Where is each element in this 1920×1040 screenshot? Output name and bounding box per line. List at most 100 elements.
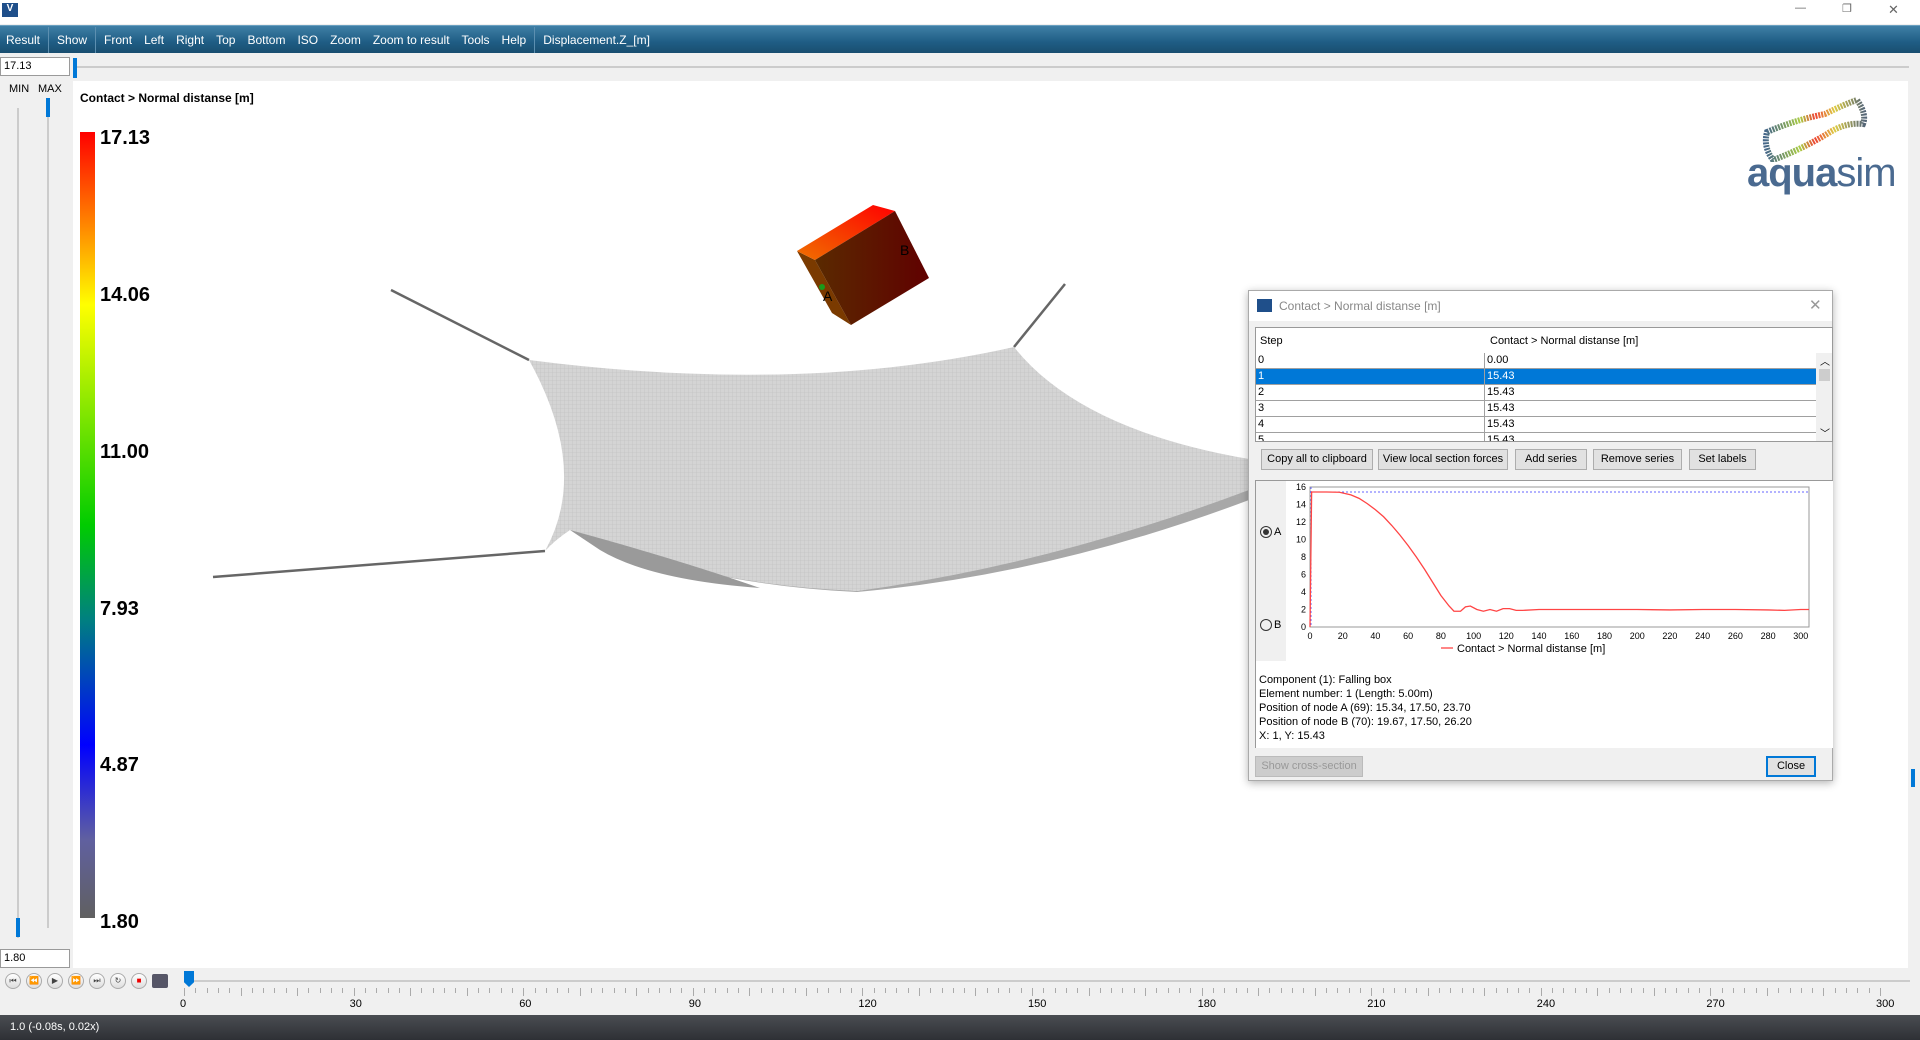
timeline-tick <box>432 988 434 993</box>
play-icon[interactable]: ▶ <box>47 973 63 989</box>
timeline-tick <box>658 988 660 993</box>
timeline-tick <box>568 988 570 993</box>
close-button[interactable]: Close <box>1766 756 1816 777</box>
dialog-close-icon[interactable]: ✕ <box>1809 296 1822 314</box>
chart-panel: A B 0 2 4 6 8 10 12 14 16 0 20 40 60 80 100 120 140 160 18… <box>1255 480 1833 748</box>
timeline-track[interactable] <box>184 980 1910 982</box>
table-row[interactable]: 4 15.43 <box>1256 417 1816 433</box>
table-row[interactable]: 0 0.00 <box>1256 353 1816 369</box>
timeline-tick <box>794 988 796 993</box>
min-value-input[interactable]: 1.80 <box>0 949 70 968</box>
timeline-tick <box>1439 988 1441 993</box>
timeline-tick <box>647 988 649 993</box>
radio-b-icon[interactable] <box>1260 619 1272 631</box>
timeline-tick <box>681 988 683 993</box>
timeline-tick <box>783 988 785 993</box>
table-row[interactable]: 5 15.43 <box>1256 433 1816 441</box>
radio-panel <box>1256 481 1286 661</box>
x-tick-label: 0 <box>1307 631 1312 641</box>
timeline-tick <box>1427 988 1429 996</box>
scroll-up-icon[interactable]: ︿ <box>1820 353 1830 368</box>
timeline-tick <box>1834 988 1836 993</box>
table-row[interactable]: 1 15.43 <box>1256 369 1816 385</box>
view-local-section-forces-button[interactable]: View local section forces <box>1378 449 1508 470</box>
timeline-tick <box>1608 988 1610 993</box>
right-scroll-handle[interactable] <box>1911 769 1915 787</box>
timeline-tick <box>274 988 276 993</box>
timeline-tick <box>591 988 593 993</box>
table-scrollbar[interactable]: ︿ ﹀ <box>1816 353 1832 441</box>
timeline-labels: 0 30 60 90 120 150 180 210 240 270 300 <box>0 998 1920 1012</box>
timeline-tick <box>342 988 344 993</box>
timeline-tick-label: 150 <box>1028 998 1047 1010</box>
radio-a[interactable]: A <box>1260 526 1281 538</box>
node-b-label: B <box>900 242 909 258</box>
column-header-step[interactable]: Step <box>1260 335 1283 347</box>
radio-b[interactable]: B <box>1260 619 1281 631</box>
loop-icon[interactable]: ↻ <box>110 973 126 989</box>
remove-series-button[interactable]: Remove series <box>1593 449 1682 470</box>
scroll-thumb[interactable] <box>1819 369 1830 381</box>
last-frame-icon[interactable]: ⏭ <box>89 973 105 989</box>
copy-all-button[interactable]: Copy all to clipboard <box>1261 449 1373 470</box>
timeline-tick <box>986 988 988 993</box>
radio-a-icon[interactable] <box>1260 526 1272 538</box>
timeline-tick <box>523 988 525 996</box>
timeline-tick <box>1846 988 1848 993</box>
timeline-tick <box>918 988 920 996</box>
timeline-tick <box>364 988 366 993</box>
timeline-tick <box>1755 988 1757 993</box>
step-forward-icon[interactable]: ⏩ <box>68 973 84 989</box>
timeline-tick <box>1586 988 1588 993</box>
set-labels-button[interactable]: Set labels <box>1689 449 1756 470</box>
column-header-value[interactable]: Contact > Normal distanse [m] <box>1490 335 1638 347</box>
scroll-down-icon[interactable]: ﹀ <box>1820 425 1830 440</box>
cell-value: 15.43 <box>1484 385 1515 401</box>
timeline-tick <box>1619 988 1621 993</box>
info-element: Element number: 1 (Length: 5.00m) <box>1259 688 1433 700</box>
x-tick-label: 80 <box>1436 631 1446 641</box>
timeline-tick <box>1563 988 1565 993</box>
table-row[interactable]: 2 15.43 <box>1256 385 1816 401</box>
timeline-tick <box>670 988 672 993</box>
timeline-tick <box>1868 988 1870 993</box>
table-row[interactable]: 3 15.43 <box>1256 401 1816 417</box>
timeline-tick <box>489 988 491 993</box>
timeline-tick <box>1574 988 1576 993</box>
status-bar: 1.0 (-0.08s, 0.02x) <box>0 1015 1920 1040</box>
first-frame-icon[interactable]: ⏮ <box>5 973 21 989</box>
plot-area <box>1309 486 1810 628</box>
timeline-tick <box>1167 988 1169 993</box>
camera-icon[interactable] <box>152 974 168 988</box>
timeline-tick <box>455 988 457 993</box>
cell-step: 0 <box>1258 354 1265 366</box>
timeline-tick <box>1371 988 1373 996</box>
logo-text-light: sim <box>1836 151 1896 195</box>
timeline-tick <box>1020 988 1022 993</box>
timeline-tick <box>613 988 615 993</box>
timeline-tick <box>738 988 740 993</box>
timeline-tick <box>828 988 830 993</box>
record-icon[interactable]: ■ <box>131 973 147 989</box>
add-series-button[interactable]: Add series <box>1515 449 1587 470</box>
timeline-tick <box>1359 988 1361 993</box>
timeline-tick <box>1495 988 1497 993</box>
logo-text-bold: aqua <box>1747 151 1837 195</box>
timeline-tick-label: 300 <box>1876 998 1895 1010</box>
x-tick-label: 300 <box>1793 631 1808 641</box>
timeline-tick <box>466 988 468 996</box>
timeline-tick <box>805 988 807 996</box>
timeline-tick <box>1778 988 1780 993</box>
show-cross-section-button[interactable]: Show cross-section <box>1255 756 1363 777</box>
timeline-tick <box>1484 988 1486 996</box>
info-xy: X: 1, Y: 15.43 <box>1259 730 1325 742</box>
timeline-tick <box>1518 988 1520 993</box>
timeline-tick <box>1212 988 1214 993</box>
y-tick-label: 6 <box>1301 570 1306 580</box>
mooring-line <box>390 288 530 362</box>
timeline-tick <box>1077 988 1079 993</box>
radio-a-label: A <box>1274 526 1282 538</box>
step-back-icon[interactable]: ⏪ <box>26 973 42 989</box>
timeline-tick <box>1133 988 1135 993</box>
timeline-tick <box>896 988 898 993</box>
